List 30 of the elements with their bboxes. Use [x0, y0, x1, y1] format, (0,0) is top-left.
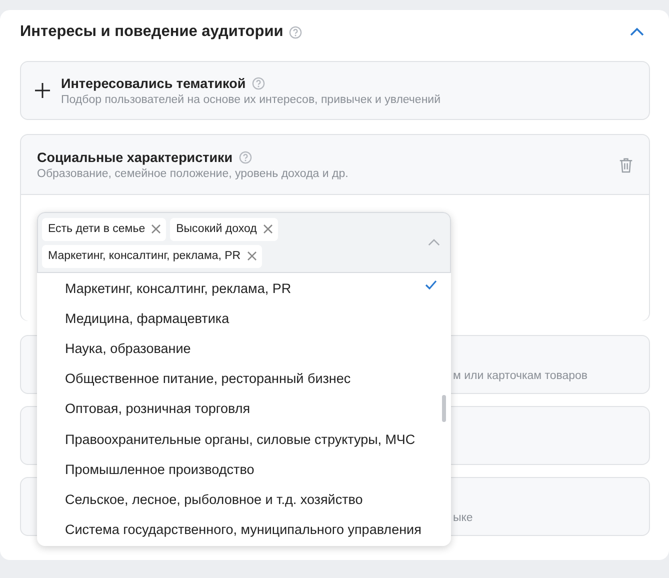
card-description: Подбор пользователей на основе их интересов, привычек и увлечений [61, 94, 441, 106]
card-description: Образование, семейное положение, уровень дохода и др. [37, 168, 348, 180]
chevron-up-icon[interactable] [630, 27, 644, 37]
section-title: Интересы и поведение аудитории [20, 23, 284, 41]
card-description: м или карточкам товаров [453, 370, 588, 382]
tag-label: Высокий доход [176, 223, 257, 235]
card-title: Интересовались тематикой [61, 76, 246, 90]
help-icon[interactable] [238, 150, 252, 164]
dropdown-option[interactable]: Наука, образование [37, 333, 451, 364]
close-icon[interactable] [151, 224, 162, 234]
dropdown-option[interactable]: Медицина, фармацевтика [37, 303, 451, 334]
close-icon[interactable] [262, 224, 273, 234]
help-icon[interactable] [252, 76, 265, 90]
close-icon[interactable] [246, 251, 257, 261]
card-title: Социальные характеристики [37, 150, 233, 164]
dropdown-option[interactable]: Общественное питание, ресторанный бизнес [37, 364, 451, 394]
multi-select-field[interactable]: Есть дети в семье Высокий доход Маркетинг, консалтинг, реклама, PR [37, 212, 451, 273]
trash-icon[interactable] [619, 156, 633, 172]
dropdown-option[interactable]: Оптовая, розничная торговля [37, 394, 451, 424]
tag-label: Есть дети в семье [48, 223, 146, 235]
dropdown-option[interactable]: Маркетинг, консалтинг, реклама, PR [37, 273, 451, 304]
scrollbar[interactable] [442, 395, 446, 422]
plus-icon[interactable] [35, 83, 50, 98]
dropdown-option[interactable]: Сельское, лесное, рыболовное и т.д. хозяйство [37, 484, 451, 514]
dropdown-option[interactable]: Промышленное производство [37, 454, 451, 484]
tag-label: Маркетинг, консалтинг, реклама, PR [48, 250, 241, 262]
chevron-up-icon[interactable] [428, 238, 440, 247]
dropdown-option[interactable]: Система государственного, муниципального управления [37, 514, 451, 545]
help-icon[interactable] [289, 26, 302, 38]
card-description: ыке [453, 512, 473, 524]
